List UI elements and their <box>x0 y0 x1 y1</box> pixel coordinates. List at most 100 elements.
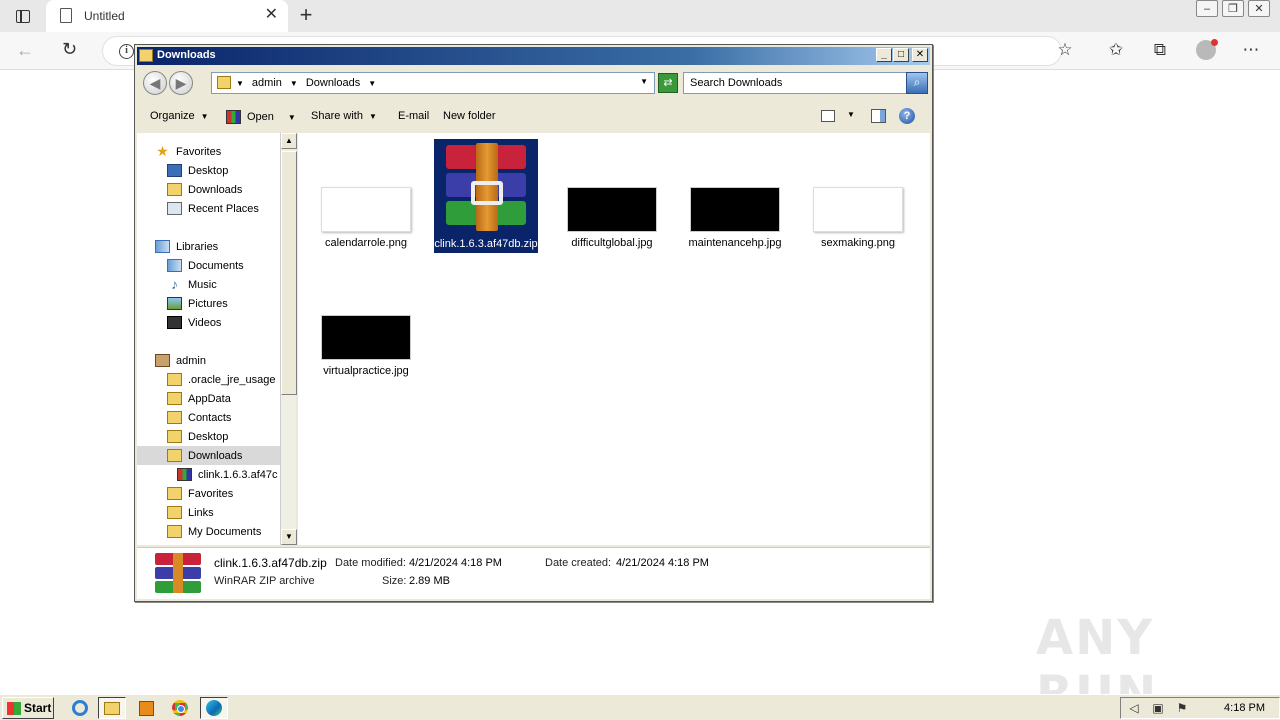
file-item[interactable]: calendarrole.png <box>314 187 418 250</box>
file-item[interactable]: sexmaking.png <box>806 187 910 250</box>
explorer-taskbar-icon[interactable] <box>98 697 126 719</box>
close-button[interactable]: ✕ <box>912 48 928 62</box>
refresh-icon[interactable]: ⇄ <box>658 73 678 93</box>
image-thumbnail <box>321 187 411 232</box>
breadcrumb-admin[interactable]: admin <box>252 77 282 89</box>
collections-icon[interactable]: ⧉ <box>1149 40 1171 60</box>
network-icon[interactable]: ▣ <box>1151 701 1165 715</box>
details-modified-label: Date modified: <box>335 557 406 569</box>
profile-avatar[interactable] <box>1196 39 1218 60</box>
image-thumbnail <box>690 187 780 232</box>
image-thumbnail <box>813 187 903 232</box>
file-name: clink.1.6.3.af47db.zip <box>434 238 538 250</box>
media-player-icon[interactable] <box>132 697 160 719</box>
scrollbar-thumb[interactable] <box>281 151 297 395</box>
preview-pane-icon[interactable] <box>871 109 886 123</box>
nav-clink-zip[interactable]: clink.1.6.3.af47c <box>177 465 278 484</box>
organize-button[interactable]: Organize ▼ <box>150 110 209 122</box>
nav-favorites[interactable]: ★ Favorites <box>155 142 221 161</box>
nav-links[interactable]: Links <box>167 503 214 522</box>
contacts-icon <box>167 411 182 424</box>
email-button[interactable]: E-mail <box>398 110 429 122</box>
favorite-add-icon[interactable]: ☆ <box>1054 40 1076 60</box>
share-with-button[interactable]: Share with ▼ <box>311 110 377 122</box>
desktop-folder-icon <box>167 430 182 443</box>
downloads-folder-icon <box>167 449 182 462</box>
scroll-down-arrow[interactable]: ▼ <box>281 529 297 545</box>
breadcrumb-downloads[interactable]: Downloads <box>306 77 360 89</box>
refresh-button[interactable]: ↻ <box>62 39 77 60</box>
back-button[interactable]: ← <box>16 40 34 61</box>
volume-icon[interactable]: ◁ <box>1127 701 1141 715</box>
path-history-dropdown[interactable]: ▼ <box>640 77 648 86</box>
view-icon[interactable] <box>821 110 835 122</box>
pictures-icon <box>167 297 182 310</box>
desktop-icon <box>167 164 182 177</box>
nav-scrollbar[interactable]: ▲ ▼ <box>280 133 297 545</box>
favorites-folder-icon <box>167 487 182 500</box>
explorer-titlebar[interactable]: Downloads _ □ ✕ <box>137 47 930 65</box>
edge-taskbar-icon[interactable] <box>200 697 228 719</box>
browser-tab[interactable]: Untitled ✕ <box>46 0 288 32</box>
nav-oracle[interactable]: .oracle_jre_usage <box>167 370 275 389</box>
chevron-down-icon[interactable]: ▼ <box>290 79 298 88</box>
clock[interactable]: 4:18 PM <box>1224 702 1265 714</box>
browser-tab-bar: Untitled ✕ + – ❐ ✕ <box>0 0 1280 32</box>
file-name: virtualpractice.jpg <box>323 365 409 377</box>
more-icon[interactable]: ⋯ <box>1240 40 1262 60</box>
folder-icon <box>167 373 182 386</box>
maximize-button[interactable]: □ <box>893 48 909 62</box>
nav-desktop[interactable]: Desktop <box>167 427 228 446</box>
forward-button[interactable]: ▶ <box>169 71 193 95</box>
nav-favorites-folder[interactable]: Favorites <box>167 484 233 503</box>
action-center-flag-icon[interactable]: ⚑ <box>1175 701 1189 715</box>
open-button[interactable]: Open ▼ <box>226 110 296 124</box>
nav-fav-desktop[interactable]: Desktop <box>167 161 228 180</box>
chrome-icon[interactable] <box>166 697 194 719</box>
file-item-selected[interactable]: clink.1.6.3.af47db.zip <box>434 139 538 253</box>
nav-libraries[interactable]: Libraries <box>155 237 218 256</box>
music-icon: ♪ <box>171 276 178 292</box>
restore-button[interactable]: ❐ <box>1222 0 1244 17</box>
path-bar[interactable]: ▼ admin ▼ Downloads ▼ ▼ <box>211 72 655 94</box>
tab-actions-icon[interactable] <box>12 6 34 26</box>
file-item[interactable]: maintenancehp.jpg <box>683 187 787 250</box>
nav-fav-recent[interactable]: Recent Places <box>167 199 259 218</box>
nav-videos[interactable]: Videos <box>167 313 221 332</box>
nav-appdata[interactable]: AppData <box>167 389 231 408</box>
nav-fav-downloads[interactable]: Downloads <box>167 180 242 199</box>
chevron-down-icon[interactable]: ▼ <box>368 79 376 88</box>
file-item[interactable]: difficultglobal.jpg <box>560 187 664 250</box>
taskbar: Start ◁ ▣ ⚑ 4:18 PM <box>0 694 1280 720</box>
close-button[interactable]: ✕ <box>1248 0 1270 17</box>
view-options-dropdown[interactable]: ▼ <box>847 110 855 119</box>
new-folder-button[interactable]: New folder <box>443 110 496 122</box>
minimize-button[interactable]: – <box>1196 0 1218 17</box>
nav-downloads[interactable]: Downloads <box>137 446 280 465</box>
file-item[interactable]: virtualpractice.jpg <box>314 315 418 378</box>
minimize-button[interactable]: _ <box>876 48 892 62</box>
scroll-up-arrow[interactable]: ▲ <box>281 133 297 149</box>
nav-music[interactable]: ♪ Music <box>167 275 217 294</box>
details-pane: clink.1.6.3.af47db.zip Date modified: 4/… <box>137 547 930 599</box>
file-name: sexmaking.png <box>821 237 895 249</box>
nav-pictures[interactable]: Pictures <box>167 294 228 313</box>
search-input[interactable] <box>683 72 907 94</box>
file-list: calendarrole.png clink.1.6.3.af47db.zip … <box>298 133 930 545</box>
nav-contacts[interactable]: Contacts <box>167 408 231 427</box>
search-icon[interactable]: ⌕ <box>906 72 928 94</box>
internet-explorer-icon[interactable] <box>66 697 94 719</box>
start-button[interactable]: Start <box>2 697 54 719</box>
recent-places-icon <box>167 202 182 215</box>
details-created-value: 4/21/2024 4:18 PM <box>616 557 709 569</box>
info-icon[interactable]: i <box>119 44 134 59</box>
back-button[interactable]: ◀ <box>143 71 167 95</box>
close-tab-icon[interactable]: ✕ <box>265 7 278 23</box>
nav-documents[interactable]: Documents <box>167 256 244 275</box>
new-tab-button[interactable]: + <box>294 4 318 26</box>
nav-admin[interactable]: admin <box>155 351 206 370</box>
help-icon[interactable]: ? <box>899 108 915 124</box>
nav-my-documents[interactable]: My Documents <box>167 522 261 541</box>
favorites-icon[interactable]: ✩ <box>1105 40 1127 60</box>
chevron-down-icon[interactable]: ▼ <box>236 79 244 88</box>
